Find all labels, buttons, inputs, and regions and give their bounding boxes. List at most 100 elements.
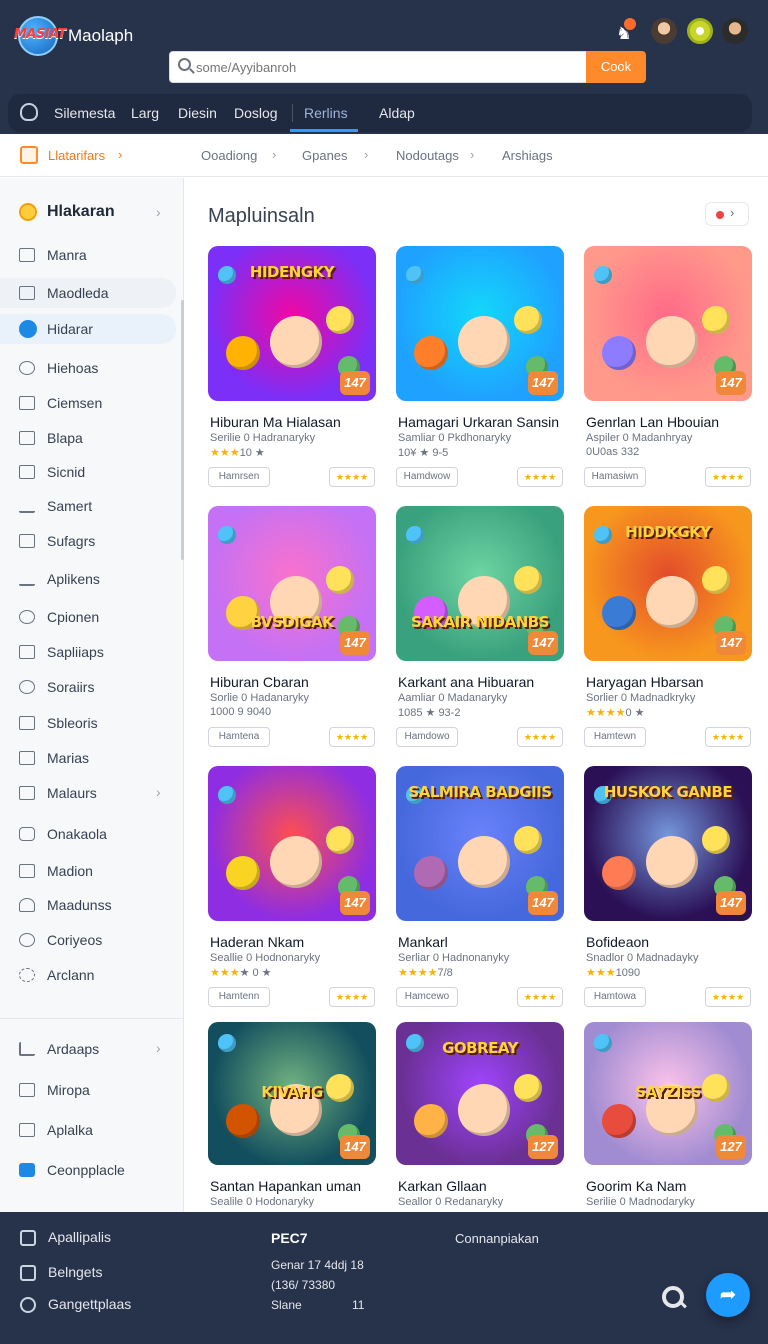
filter-button[interactable]	[705, 202, 749, 226]
sidebar-item[interactable]: Sapliiaps	[0, 637, 176, 667]
game-tag-button[interactable]: Hamdowo	[396, 727, 458, 747]
game-tag-button[interactable]: Hamtewn	[584, 727, 646, 747]
decor-shape	[702, 306, 730, 334]
game-thumbnail[interactable]: 147	[396, 246, 564, 401]
sidebar-item[interactable]: Ciemsen	[0, 388, 176, 418]
game-tag-button[interactable]: Hamtenn	[208, 987, 270, 1007]
sidebar-item[interactable]: Soraiirs	[0, 672, 176, 702]
game-thumbnail[interactable]: BVSDIGAK 147	[208, 506, 376, 661]
game-thumbnail[interactable]: HUSKOK GANBE 147	[584, 766, 752, 921]
sidebar-item-label: Manra	[47, 247, 87, 263]
game-thumbnail[interactable]: 147	[208, 766, 376, 921]
share-button[interactable]: ➦	[706, 1273, 750, 1317]
rate-button[interactable]: ★★★★	[705, 987, 751, 1007]
sidebar-item[interactable]: Sbleoris	[0, 708, 176, 738]
game-tag-button[interactable]: Hamdwow	[396, 467, 458, 487]
breadcrumb-item[interactable]: Ooadiong	[201, 148, 257, 163]
sidebar-item[interactable]: Ardaaps ›	[0, 1034, 176, 1064]
sidebar-item[interactable]: Manra	[0, 240, 176, 270]
sidebar-item[interactable]: Aplalka	[0, 1115, 176, 1145]
game-title[interactable]: Karkant ana Hibuaran	[398, 674, 574, 690]
sidebar-item[interactable]: Maodleda	[0, 278, 176, 308]
game-tag-button[interactable]: Hamasiwn	[584, 467, 646, 487]
rate-button[interactable]: ★★★★	[517, 987, 563, 1007]
rate-button[interactable]: ★★★★	[517, 467, 563, 487]
nav-item[interactable]: Doslog	[234, 105, 278, 121]
game-tag-button[interactable]: Hamtowa	[584, 987, 646, 1007]
sidebar-item[interactable]: Maadunss	[0, 890, 176, 920]
breadcrumb-item[interactable]: Gpanes	[302, 148, 348, 163]
sidebar-item[interactable]: Miropa	[0, 1075, 176, 1105]
game-title[interactable]: Santan Hapankan uman	[210, 1178, 386, 1194]
breadcrumb-item[interactable]: Arshiags	[502, 148, 553, 163]
search-button[interactable]: Cook	[586, 51, 646, 83]
search-settings-icon[interactable]	[662, 1286, 684, 1308]
game-title[interactable]: Haryagan Hbarsan	[586, 674, 762, 690]
footer-text: Slane	[271, 1298, 302, 1312]
rate-button[interactable]: ★★★★	[705, 727, 751, 747]
game-thumbnail[interactable]: SAKAIR NIDANBS 147	[396, 506, 564, 661]
sidebar-item[interactable]: Onakaola	[0, 819, 176, 849]
game-title[interactable]: Mankarl	[398, 934, 574, 950]
sidebar-item[interactable]: Cpionen	[0, 602, 176, 632]
rate-button[interactable]: ★★★★	[705, 467, 751, 487]
sidebar-item[interactable]: Aplikens	[0, 564, 176, 594]
user-avatar[interactable]	[722, 18, 748, 44]
game-tag-button[interactable]: Hamtena	[208, 727, 270, 747]
nav-item[interactable]: Silemesta	[54, 105, 115, 121]
sidebar-item-active[interactable]: Hidarar	[0, 314, 176, 344]
game-title[interactable]: Genrlan Lan Hbouian	[586, 414, 762, 430]
breadcrumb-item[interactable]: Nodoutags	[396, 148, 459, 163]
nav-item-active[interactable]: Rerlins	[304, 105, 348, 121]
game-thumbnail[interactable]: HIDENGKY 147	[208, 246, 376, 401]
sidebar-header[interactable]: Hlakaran ›	[0, 198, 176, 228]
age-badge: 147	[340, 371, 370, 395]
game-title[interactable]: Goorim Ka Nam	[586, 1178, 762, 1194]
decor-shape	[226, 1104, 260, 1138]
search-input[interactable]	[196, 57, 576, 77]
rate-button[interactable]: ★★★★	[329, 727, 375, 747]
sidebar-item[interactable]: Hiehoas	[0, 353, 176, 383]
rate-button[interactable]: ★★★★	[329, 467, 375, 487]
game-title[interactable]: Haderan Nkam	[210, 934, 386, 950]
sidebar-item[interactable]: Samert	[0, 491, 176, 521]
nav-item[interactable]: Larg	[131, 105, 159, 121]
nav-item[interactable]: Aldap	[379, 105, 415, 121]
game-publisher: Seallie 0 Hodnonaryky	[210, 952, 321, 964]
sidebar-item[interactable]: Coriyeos	[0, 925, 176, 955]
decor-shape	[406, 266, 424, 284]
game-tag-button[interactable]: Hamrsen	[208, 467, 270, 487]
status-toggle-icon[interactable]	[687, 18, 713, 44]
game-thumbnail[interactable]: SALMIRA BADGIIS 147	[396, 766, 564, 921]
sidebar-item[interactable]: Arclann	[0, 960, 176, 990]
game-title[interactable]: Bofideaon	[586, 934, 762, 950]
sidebar-item[interactable]: Sufagrs	[0, 526, 176, 556]
game-title[interactable]: Hamagari Urkaran Sansin	[398, 414, 574, 430]
game-title[interactable]: Karkan Gllaan	[398, 1178, 574, 1194]
footer-link[interactable]: Connanpiakan	[455, 1231, 539, 1246]
lock-icon	[19, 827, 35, 841]
nav-item[interactable]: Diesin	[178, 105, 217, 121]
sidebar-item[interactable]: Blapa	[0, 423, 176, 453]
sidebar-item[interactable]: Malaurs ›	[0, 778, 176, 808]
sidebar-item[interactable]: Ceonpplacle	[0, 1155, 176, 1185]
game-title[interactable]: Hiburan Ma Hialasan	[210, 414, 386, 430]
user-nav-icon[interactable]	[20, 103, 38, 121]
game-thumbnail[interactable]: 147	[584, 246, 752, 401]
age-badge: 147	[340, 631, 370, 655]
sidebar-scrollbar[interactable]	[181, 300, 184, 560]
game-thumbnail[interactable]: GOBREAY 127	[396, 1022, 564, 1165]
sidebar-item[interactable]: Madion	[0, 856, 176, 886]
game-thumbnail[interactable]: SAYZISS 127	[584, 1022, 752, 1165]
breadcrumb-item[interactable]: Llatarifars	[48, 148, 105, 163]
avatar[interactable]	[651, 18, 677, 44]
game-tag-button[interactable]: Hamcewo	[396, 987, 458, 1007]
rate-button[interactable]: ★★★★	[329, 987, 375, 1007]
game-title[interactable]: Hiburan Cbaran	[210, 674, 386, 690]
rate-button[interactable]: ★★★★	[517, 727, 563, 747]
sidebar-item[interactable]: Marias	[0, 743, 176, 773]
game-thumbnail[interactable]: HIDDKGKY 147	[584, 506, 752, 661]
game-thumbnail[interactable]: KIVAHG 147	[208, 1022, 376, 1165]
sidebar-item[interactable]: Sicnid	[0, 457, 176, 487]
list-icon	[19, 645, 35, 659]
